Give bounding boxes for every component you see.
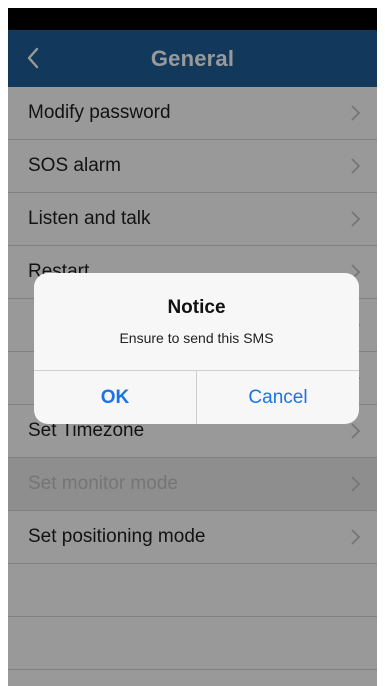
app-frame: General Modify password SOS alarm Listen… bbox=[8, 8, 377, 686]
ok-button[interactable]: OK bbox=[34, 371, 197, 424]
cancel-button[interactable]: Cancel bbox=[197, 371, 359, 424]
status-bar bbox=[8, 8, 377, 30]
notice-dialog: Notice Ensure to send this SMS OK Cancel bbox=[34, 273, 359, 424]
dialog-message: Ensure to send this SMS bbox=[119, 330, 274, 346]
dialog-actions: OK Cancel bbox=[34, 370, 359, 424]
dialog-title: Notice bbox=[167, 297, 226, 318]
